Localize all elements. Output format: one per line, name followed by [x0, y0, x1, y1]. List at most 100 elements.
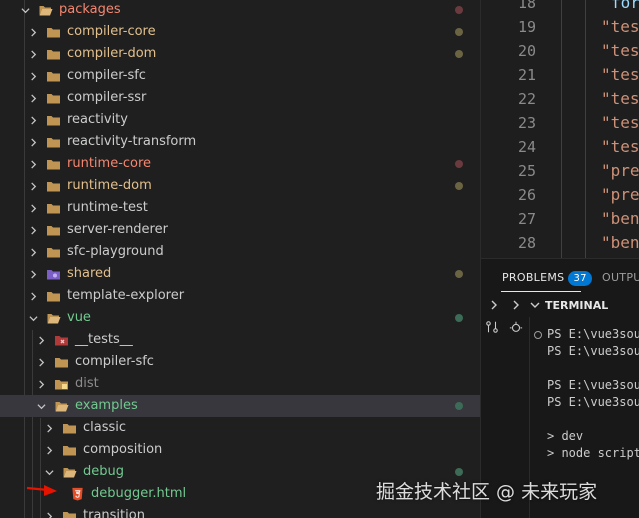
code-line[interactable]: "ben [601, 233, 639, 252]
tree-item-reactivity[interactable]: reactivity [0, 109, 480, 131]
tree-item-label: classic [83, 420, 127, 435]
tree-item-label: runtime-test [67, 200, 148, 215]
code-line[interactable]: "tes [601, 41, 639, 60]
tree-item-compiler-sfc[interactable]: compiler-sfc [0, 65, 480, 87]
tree-item-shared[interactable]: shared [0, 263, 480, 285]
code-line[interactable]: "tes [601, 89, 639, 108]
chevron-right-icon[interactable] [28, 241, 38, 263]
tree-item-label: reactivity [67, 112, 128, 127]
tree-item-compiler-sfc[interactable]: compiler-sfc [0, 351, 480, 373]
tree-item-label: debugger.html [91, 486, 187, 501]
code-line[interactable]: "tes [601, 137, 639, 156]
chevron-right-icon[interactable] [508, 297, 524, 313]
folder-open-icon [54, 395, 69, 417]
git-status-dot [455, 6, 463, 14]
indent-guide [585, 0, 586, 258]
tree-item-label: packages [59, 2, 121, 17]
tree-item-tests[interactable]: __tests__ [0, 329, 480, 351]
chevron-down-icon[interactable] [20, 0, 30, 21]
folder-icon [46, 285, 61, 307]
tree-item-label: sfc-playground [67, 244, 164, 259]
terminal-line: > node script [547, 446, 639, 460]
chevron-right-icon[interactable] [28, 109, 38, 131]
code-line[interactable]: for [611, 0, 639, 12]
tree-item-dist[interactable]: dist [0, 373, 480, 395]
chevron-right-icon[interactable] [44, 439, 54, 461]
chevron-right-icon[interactable] [28, 21, 38, 43]
git-compare-icon[interactable] [484, 319, 500, 335]
tree-item-transition[interactable]: transition [0, 505, 480, 518]
folder-icon [46, 65, 61, 87]
code-line[interactable]: "pre [601, 161, 639, 180]
terminal-command-circle [534, 331, 542, 339]
tree-item-classic[interactable]: classic [0, 417, 480, 439]
folder-icon [46, 21, 61, 43]
folder-icon [54, 351, 69, 373]
line-number: 26 [517, 186, 536, 204]
tree-item-sfc-playground[interactable]: sfc-playground [0, 241, 480, 263]
tree-item-runtime-dom[interactable]: runtime-dom [0, 175, 480, 197]
code-line[interactable]: "tes [601, 113, 639, 132]
tab-problems[interactable]: PROBLEMS 37 [502, 271, 592, 286]
tree-item-compiler-ssr[interactable]: compiler-ssr [0, 87, 480, 109]
tree-item-vue[interactable]: vue [0, 307, 480, 329]
code-line[interactable]: "pre [601, 185, 639, 204]
chevron-right-icon[interactable] [44, 417, 54, 439]
git-status-dot [455, 468, 463, 476]
tree-item-label: vue [67, 310, 91, 325]
code-editor[interactable]: 18 for 19 "tes 20 "tes 21 "tes 22 "tes 23 "tes 24 "te… [480, 0, 639, 258]
chevron-right-icon[interactable] [28, 197, 38, 219]
chevron-down-icon[interactable] [28, 307, 38, 329]
chevron-right-icon[interactable] [28, 43, 38, 65]
chevron-right-icon[interactable] [44, 505, 54, 518]
watermark: 掘金技术社区 @ 未来玩家 [376, 481, 598, 503]
tree-item-template-explorer[interactable]: template-explorer [0, 285, 480, 307]
tree-item-label: shared [67, 266, 112, 281]
chevron-down-icon[interactable] [36, 395, 46, 417]
chevron-right-icon[interactable] [28, 65, 38, 87]
tree-item-examples[interactable]: examples [0, 395, 480, 417]
chevron-right-icon[interactable] [28, 175, 38, 197]
chevron-right-icon[interactable] [36, 351, 46, 373]
tree-item-label: transition [83, 508, 145, 518]
tree-item-runtime-core[interactable]: runtime-core [0, 153, 480, 175]
tree-item-composition[interactable]: composition [0, 439, 480, 461]
tree-item-label: template-explorer [67, 288, 185, 303]
chevron-right-icon[interactable] [28, 219, 38, 241]
tree-item-reactivity-transform[interactable]: reactivity-transform [0, 131, 480, 153]
tree-item-compiler-core[interactable]: compiler-core [0, 21, 480, 43]
chevron-right-icon[interactable] [486, 297, 502, 313]
tree-item-compiler-dom[interactable]: compiler-dom [0, 43, 480, 65]
tree-item-packages[interactable]: packages [0, 0, 480, 21]
chevron-right-icon[interactable] [36, 329, 46, 351]
tree-item-runtime-test[interactable]: runtime-test [0, 197, 480, 219]
folder-icon [46, 109, 61, 131]
code-line[interactable]: "tes [601, 17, 639, 36]
line-number: 18 [517, 0, 536, 12]
red-arrow-annotation [26, 485, 57, 496]
chevron-down-icon[interactable] [44, 461, 54, 483]
chevron-down-icon[interactable] [527, 297, 543, 313]
chevron-right-icon[interactable] [28, 131, 38, 153]
line-number: 24 [517, 138, 536, 156]
chevron-right-icon[interactable] [28, 263, 38, 285]
tab-output[interactable]: OUTPUT [602, 271, 639, 284]
debug-icon[interactable] [508, 319, 524, 335]
html5-icon [70, 483, 85, 505]
folder-open-icon [62, 461, 77, 483]
folder-icon [46, 175, 61, 197]
chevron-right-icon[interactable] [28, 87, 38, 109]
tree-item-server-renderer[interactable]: server-renderer [0, 219, 480, 241]
folder-icon [62, 439, 77, 461]
chevron-right-icon[interactable] [36, 373, 46, 395]
code-line[interactable]: "ben [601, 209, 639, 228]
tree-item-label: compiler-ssr [67, 90, 147, 105]
code-line[interactable]: "tes [601, 65, 639, 84]
line-number: 20 [517, 42, 536, 60]
tree-item-label: __tests__ [75, 332, 133, 347]
folder-test-icon [54, 329, 69, 351]
folder-icon [62, 505, 77, 518]
chevron-right-icon[interactable] [28, 285, 38, 307]
terminal-line: PS E:\vue3sour [547, 344, 639, 358]
chevron-right-icon[interactable] [28, 153, 38, 175]
